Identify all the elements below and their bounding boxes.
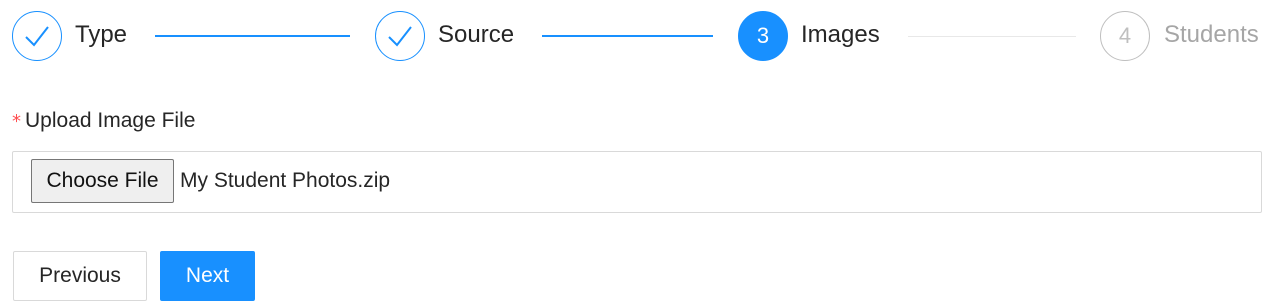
step-3-number-icon: 3 xyxy=(738,11,788,61)
choose-file-button[interactable]: Choose File xyxy=(31,159,174,203)
upload-wizard: Type Source 3 Images 4 Students * Upload … xyxy=(0,0,1280,303)
selected-file-name: My Student Photos.zip xyxy=(180,169,391,192)
check-icon xyxy=(388,26,412,47)
file-upload-field: Choose File My Student Photos.zip xyxy=(12,151,1262,213)
next-button[interactable]: Next xyxy=(160,251,255,301)
step-4-title: Students xyxy=(1164,21,1259,48)
step-2-check-icon xyxy=(375,11,425,61)
step-3-connector xyxy=(908,36,1076,37)
upload-label-text: Upload Image File xyxy=(25,109,196,132)
step-2-connector xyxy=(542,35,713,37)
upload-field-label: * Upload Image File xyxy=(12,109,195,134)
steps-bar: Type Source 3 Images 4 Students xyxy=(12,11,1268,61)
step-3-title: Images xyxy=(801,21,880,48)
previous-button[interactable]: Previous xyxy=(13,251,147,301)
step-1-title: Type xyxy=(75,21,128,48)
required-mark: * xyxy=(12,111,21,132)
check-icon xyxy=(25,26,49,47)
step-2-title: Source xyxy=(438,21,515,48)
step-1-connector xyxy=(155,35,350,37)
step-1-check-icon xyxy=(12,11,62,61)
step-4-number-icon: 4 xyxy=(1100,11,1150,61)
